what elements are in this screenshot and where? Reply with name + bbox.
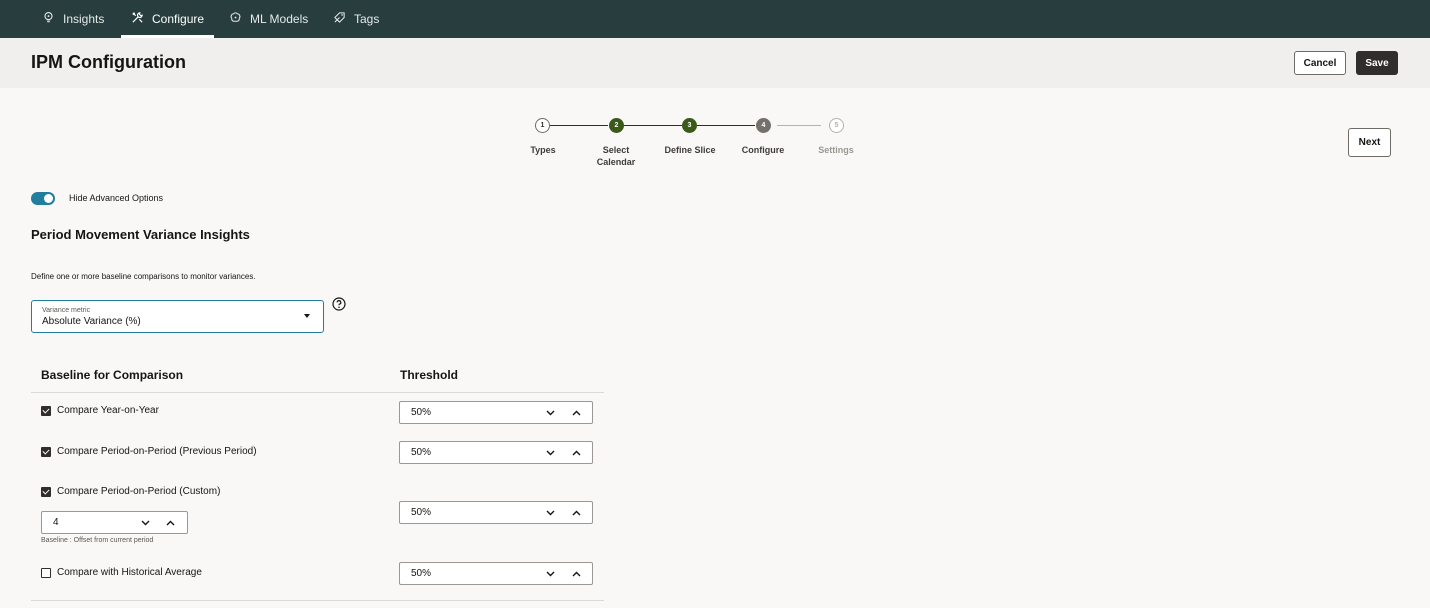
chevron-up-icon[interactable] xyxy=(569,567,583,581)
train-connector xyxy=(550,125,608,126)
threshold-input-period-previous[interactable]: 50% xyxy=(399,441,593,464)
train-connector xyxy=(624,125,682,126)
threshold-input-historical-average[interactable]: 50% xyxy=(399,562,593,585)
tag-icon xyxy=(333,11,346,27)
compare-historical-average-label: Compare with Historical Average xyxy=(57,567,202,578)
train-step-3[interactable]: 3 xyxy=(682,118,697,133)
threshold-value: 50% xyxy=(411,568,432,579)
train-step-5[interactable]: 5 xyxy=(829,118,844,133)
chevron-up-icon[interactable] xyxy=(569,506,583,520)
threshold-input-year-on-year[interactable]: 50% xyxy=(399,401,593,424)
tab-configure[interactable]: Configure xyxy=(120,0,215,38)
column-header-threshold: Threshold xyxy=(400,368,459,382)
chevron-up-icon[interactable] xyxy=(569,446,583,460)
train-step-label-settings: Settings xyxy=(818,145,854,155)
offset-input[interactable]: 4 xyxy=(41,511,188,534)
train-step-1[interactable]: 1 xyxy=(535,118,550,133)
column-header-baseline: Baseline for Comparison xyxy=(41,368,184,382)
advanced-options-toggle[interactable] xyxy=(31,192,55,205)
train-connector xyxy=(697,125,755,126)
train-connector xyxy=(777,125,821,126)
offset-value: 4 xyxy=(53,517,59,528)
threshold-value: 50% xyxy=(411,447,432,458)
train-step-4[interactable]: 4 xyxy=(756,118,771,133)
train-step-label-select-calendar: Select Calendar xyxy=(596,145,636,167)
train-step-label-define-slice: Define Slice xyxy=(664,145,716,155)
train-step-label-configure: Configure xyxy=(741,145,785,155)
threshold-value: 50% xyxy=(411,407,432,418)
chevron-down-icon[interactable] xyxy=(543,567,557,581)
lightbulb-icon xyxy=(42,11,55,27)
tools-icon xyxy=(131,11,144,27)
offset-helper-text: Baseline : Offset from current period xyxy=(41,537,154,544)
compare-period-on-period-previous-label: Compare Period-on-Period (Previous Perio… xyxy=(57,446,257,457)
threshold-input-period-custom[interactable]: 50% xyxy=(399,501,593,524)
tab-tags-label: Tags xyxy=(354,12,380,26)
chevron-down-icon[interactable] xyxy=(138,516,152,530)
table-divider xyxy=(31,392,604,393)
chevron-up-icon[interactable] xyxy=(569,406,583,420)
chevron-down-icon[interactable] xyxy=(543,406,557,420)
page-title: IPM Configuration xyxy=(31,52,186,72)
compare-period-on-period-previous-checkbox[interactable] xyxy=(41,447,51,457)
tab-ml-models-label: ML Models xyxy=(250,12,309,26)
chevron-down-icon[interactable] xyxy=(543,446,557,460)
compare-period-on-period-custom-checkbox[interactable] xyxy=(41,487,51,497)
cancel-button[interactable]: Cancel xyxy=(1294,51,1346,75)
help-icon[interactable] xyxy=(332,297,346,311)
save-button[interactable]: Save xyxy=(1356,51,1398,75)
top-navigation-bar: Insights Configure ML Models Tags xyxy=(0,0,1430,38)
section-title: Period Movement Variance Insights xyxy=(31,227,250,242)
tab-ml-models[interactable]: ML Models xyxy=(229,0,308,38)
caret-down-icon xyxy=(304,314,310,318)
chevron-up-icon[interactable] xyxy=(163,516,177,530)
next-button[interactable]: Next xyxy=(1348,128,1391,157)
variance-metric-select[interactable]: Variance metric Absolute Variance (%) xyxy=(31,300,324,333)
threshold-value: 50% xyxy=(411,507,432,518)
train-step-label-types: Types xyxy=(530,145,556,155)
tab-tags[interactable]: Tags xyxy=(333,0,379,38)
train-step-2[interactable]: 2 xyxy=(609,118,624,133)
variance-metric-label: Variance metric xyxy=(42,307,91,314)
page-header: IPM Configuration Cancel Save xyxy=(0,38,1430,88)
table-divider xyxy=(31,600,604,601)
ml-brain-icon xyxy=(229,11,242,27)
variance-metric-value: Absolute Variance (%) xyxy=(42,316,141,327)
advanced-options-label: Hide Advanced Options xyxy=(69,193,164,203)
section-description: Define one or more baseline comparisons … xyxy=(31,272,256,281)
compare-year-on-year-checkbox[interactable] xyxy=(41,406,51,416)
tab-insights-label: Insights xyxy=(63,12,105,26)
chevron-down-icon[interactable] xyxy=(543,506,557,520)
compare-period-on-period-custom-label: Compare Period-on-Period (Custom) xyxy=(57,486,221,497)
tab-configure-label: Configure xyxy=(152,12,205,26)
compare-historical-average-checkbox[interactable] xyxy=(41,568,51,578)
tab-insights[interactable]: Insights xyxy=(42,0,104,38)
compare-year-on-year-label: Compare Year-on-Year xyxy=(57,405,159,416)
